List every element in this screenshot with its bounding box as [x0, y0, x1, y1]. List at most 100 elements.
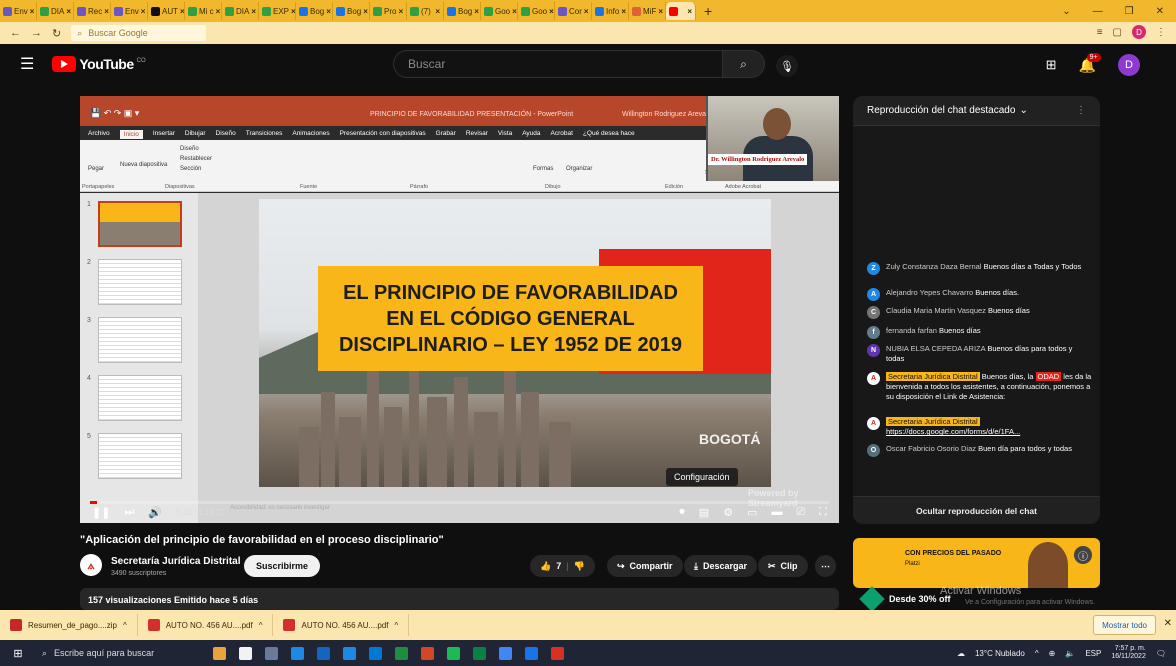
notifications-icon[interactable]: 🗨: [1156, 649, 1166, 658]
chat-avatar[interactable]: f: [867, 326, 880, 339]
side-panel-icon[interactable]: ▢: [1113, 27, 1122, 38]
tab-close-icon[interactable]: ×: [549, 7, 554, 16]
weather-text[interactable]: 13°C Nublado: [975, 649, 1025, 658]
tab-close-icon[interactable]: ×: [141, 7, 146, 16]
chat-author[interactable]: Secretaria Jurídica Distrital: [886, 417, 980, 426]
hide-chat-button[interactable]: Ocultar reproducción del chat: [853, 496, 1100, 524]
chat-avatar[interactable]: N: [867, 344, 880, 357]
browser-tab[interactable]: Goo ×: [518, 2, 555, 20]
taskbar-app-icon[interactable]: [310, 640, 336, 666]
fullscreen-icon[interactable]: ⛶: [819, 506, 827, 519]
browser-tab[interactable]: DIA ×: [37, 2, 74, 20]
browser-tab[interactable]: Info ×: [592, 2, 629, 20]
more-options-icon[interactable]: ⋮: [1076, 105, 1086, 116]
browser-tab[interactable]: Mi c ×: [185, 2, 222, 20]
language-indicator[interactable]: ESP: [1085, 649, 1101, 658]
forward-icon[interactable]: →: [31, 27, 42, 39]
taskbar-app-icon[interactable]: [440, 640, 466, 666]
browser-tab[interactable]: Bog ×: [296, 2, 333, 20]
browser-tab[interactable]: Bog ×: [333, 2, 370, 20]
menu-icon[interactable]: ⋮: [1156, 27, 1166, 38]
info-icon[interactable]: ⓘ: [1074, 546, 1092, 564]
taskbar-app-icon[interactable]: [232, 640, 258, 666]
tab-close-icon[interactable]: ×: [363, 7, 368, 16]
chat-author[interactable]: fernanda farfan: [886, 326, 937, 335]
tab-close-icon[interactable]: ×: [474, 7, 479, 16]
chat-author[interactable]: Alejandro Yepes Chavarro: [886, 288, 973, 297]
chat-avatar[interactable]: A: [867, 288, 880, 301]
browser-tab[interactable]: Goo ×: [481, 2, 518, 20]
taskbar-app-icon[interactable]: [544, 640, 570, 666]
taskbar-app-icon[interactable]: [336, 640, 362, 666]
taskbar-app-icon[interactable]: [388, 640, 414, 666]
tab-close-icon[interactable]: ×: [291, 7, 295, 16]
taskbar-app-icon[interactable]: [414, 640, 440, 666]
ad-banner[interactable]: CON PRECIOS DEL PASADO Platzi ⓘ: [853, 538, 1100, 588]
taskbar-search[interactable]: ⌕ Escribe aquí para buscar: [36, 640, 206, 666]
clock[interactable]: 7:57 p. m. 16/11/2022: [1111, 645, 1146, 662]
clip-button[interactable]: ✂ Clip: [758, 555, 808, 577]
tab-close-icon[interactable]: ×: [687, 7, 692, 16]
tab-close-icon[interactable]: ×: [251, 7, 256, 16]
network-icon[interactable]: ⊕: [1049, 649, 1056, 658]
description-box[interactable]: 157 visualizaciones Emitido hace 5 días: [80, 588, 839, 610]
like-icon[interactable]: 👍: [540, 561, 551, 572]
tab-close-icon[interactable]: ×: [435, 7, 440, 16]
chat-header[interactable]: Reproducción del chat destacado ⌄ ⋮: [853, 96, 1100, 126]
taskbar-app-icon[interactable]: [284, 640, 310, 666]
browser-tab[interactable]: DIA ×: [222, 2, 259, 20]
tab-close-icon[interactable]: ×: [104, 7, 109, 16]
subscribe-button[interactable]: Suscribirme: [244, 555, 321, 577]
pause-icon[interactable]: ❚❚: [92, 506, 110, 519]
taskbar-app-icon[interactable]: [362, 640, 388, 666]
notifications-bell-icon[interactable]: 🔔 9+: [1079, 52, 1101, 74]
chat-author[interactable]: NUBIA ELSA CEPEDA ARIZA: [886, 344, 985, 353]
chat-avatar[interactable]: O: [867, 444, 880, 457]
chevron-down-icon[interactable]: ⌄: [1019, 105, 1027, 116]
close-downloads-icon[interactable]: ✕: [1164, 618, 1172, 629]
restore-button[interactable]: ❐: [1125, 6, 1134, 17]
download-item[interactable]: AUTO NO. 456 AU....pdf ^: [138, 614, 274, 636]
account-avatar[interactable]: D: [1118, 54, 1140, 76]
create-video-icon[interactable]: ⊞: [1046, 57, 1057, 73]
tab-close-icon[interactable]: ×: [30, 7, 35, 16]
back-icon[interactable]: ←: [10, 27, 21, 39]
chat-author[interactable]: Zuly Constanza Daza Bernal: [886, 262, 981, 271]
browser-tab[interactable]: Pro ×: [370, 2, 407, 20]
search-input[interactable]: [393, 50, 723, 78]
chat-author[interactable]: Oscar Fabricio Osorio Diaz: [886, 444, 976, 453]
hamburger-menu-icon[interactable]: ☰: [20, 54, 34, 74]
address-bar[interactable]: ⌕ Buscar Google: [71, 25, 207, 41]
share-button[interactable]: ↪ Compartir: [607, 555, 683, 577]
speaker-icon[interactable]: 🔈: [1065, 649, 1075, 658]
tab-search-icon[interactable]: ⌄: [1062, 6, 1070, 17]
browser-tab[interactable]: Bog ×: [444, 2, 481, 20]
channel-name[interactable]: Secretaría Jurídica Distrital: [111, 556, 241, 567]
chat-author[interactable]: Claudia Maria Martin Vasquez: [886, 306, 986, 315]
search-button[interactable]: ⌕: [723, 50, 765, 78]
volume-icon[interactable]: 🔊: [148, 506, 162, 519]
tab-close-icon[interactable]: ×: [584, 7, 589, 16]
browser-tab[interactable]: Env ×: [111, 2, 148, 20]
channel-avatar[interactable]: ⟑: [80, 554, 102, 576]
video-player[interactable]: 💾 ↶ ↷ ▣ ▾ PRINCIPIO DE FAVORABILIDAD PRE…: [80, 96, 839, 523]
more-actions-button[interactable]: ⋯: [815, 555, 836, 577]
chat-avatar[interactable]: A: [867, 372, 880, 385]
minimize-button[interactable]: —: [1093, 6, 1103, 17]
close-window-button[interactable]: ✕: [1156, 6, 1164, 17]
voice-search-button[interactable]: 🎙: [776, 55, 798, 77]
chat-link[interactable]: https://docs.google.com/forms/d/e/1FA...: [886, 427, 1020, 436]
autoplay-toggle-icon[interactable]: ⏺: [679, 506, 685, 519]
tab-close-icon[interactable]: ×: [658, 7, 663, 16]
browser-tab[interactable]: (7) ×: [407, 2, 444, 20]
miniplayer-icon[interactable]: ▭: [747, 506, 757, 519]
tray-chevron-icon[interactable]: ^: [1035, 649, 1039, 658]
browser-tab[interactable]: AUT ×: [148, 2, 185, 20]
browser-tab[interactable]: MiF ×: [629, 2, 666, 20]
tab-close-icon[interactable]: ×: [398, 7, 403, 16]
new-tab-button[interactable]: +: [696, 3, 720, 19]
browser-tab[interactable]: Rec ×: [74, 2, 111, 20]
profile-avatar[interactable]: D: [1132, 25, 1146, 39]
reload-icon[interactable]: ↻: [52, 27, 61, 40]
youtube-logo[interactable]: YouTube CO: [52, 56, 146, 72]
